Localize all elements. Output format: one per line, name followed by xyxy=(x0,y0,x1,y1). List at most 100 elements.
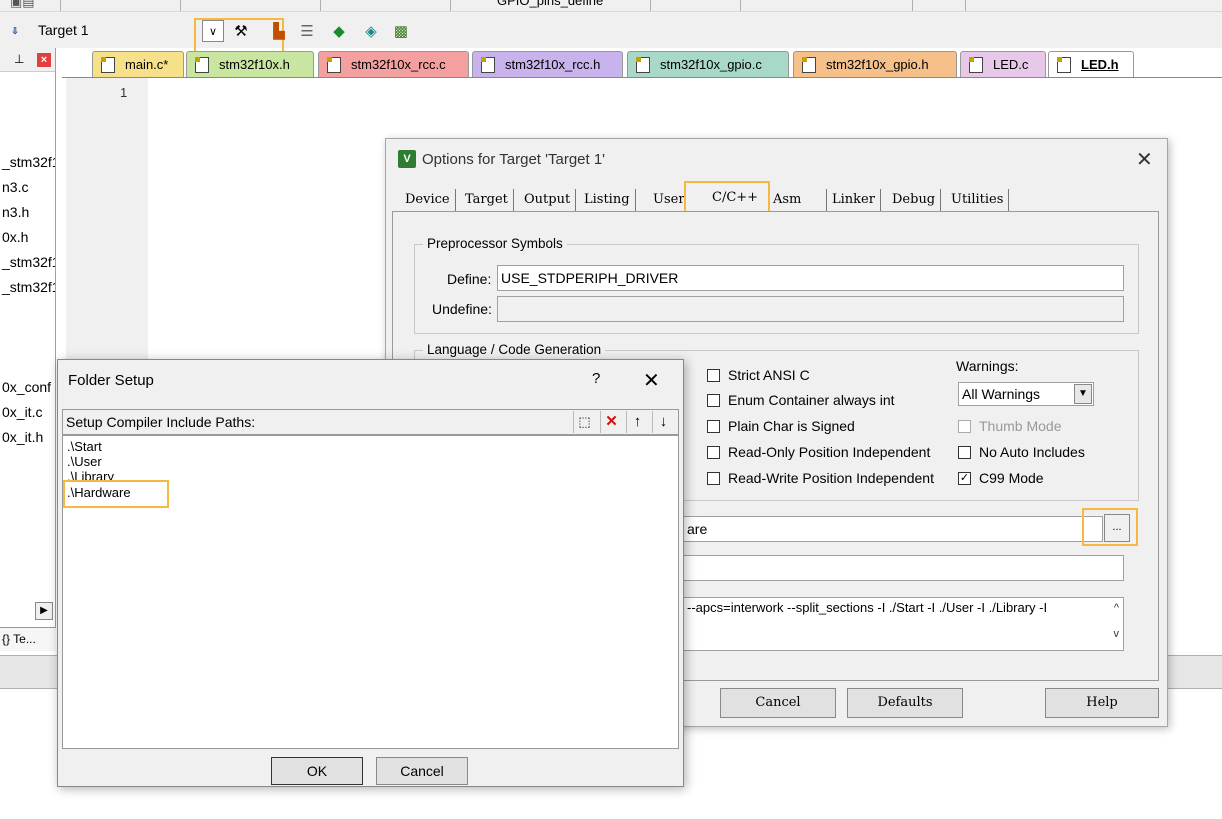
browse-button[interactable]: ... xyxy=(1104,514,1130,542)
tab-label: stm32f10x_gpio.h xyxy=(826,57,929,72)
options-wand-icon[interactable]: ⚒ xyxy=(230,20,252,42)
new-folder-icon[interactable]: ⬚ xyxy=(573,411,595,433)
define-label: Define: xyxy=(447,271,492,287)
list-item[interactable]: _stm32f1 xyxy=(2,254,55,270)
file-icon xyxy=(1057,56,1071,73)
scroll-right-arrow[interactable]: ▶ xyxy=(35,602,53,620)
tab-device[interactable]: Device xyxy=(400,189,456,211)
check-icon: ✓ xyxy=(958,471,971,485)
tab-cpp-label: C/C++ xyxy=(712,190,759,205)
list-item[interactable]: 0x.h xyxy=(2,229,28,245)
diamond-icon[interactable]: ◆ xyxy=(328,20,350,42)
undefine-label: Undefine: xyxy=(432,301,492,317)
close-icon[interactable]: × xyxy=(37,53,51,67)
list-item[interactable]: _stm32f1 xyxy=(2,154,55,170)
file-icon xyxy=(802,56,816,73)
close-icon[interactable]: ✕ xyxy=(643,368,660,393)
help-button[interactable]: Help xyxy=(1045,688,1159,718)
undefine-field[interactable] xyxy=(497,296,1124,322)
include-paths-field[interactable]: are xyxy=(683,516,1103,542)
editor-tabs: main.c* stm32f10x.h stm32f10x_rcc.c stm3… xyxy=(62,51,1222,77)
pack-icon[interactable]: ◈ xyxy=(360,20,382,42)
project-panel: ⊥ × _stm32f1 n3.c n3.h 0x.h _stm32f1 _st… xyxy=(0,48,56,648)
tab-rcc-h[interactable]: stm32f10x_rcc.h xyxy=(472,51,623,77)
move-up-icon[interactable]: ↑ xyxy=(626,411,648,433)
manage-components-icon[interactable]: ▙ xyxy=(268,20,290,42)
move-down-icon[interactable]: ↓ xyxy=(652,411,674,433)
delete-icon[interactable]: ✕ xyxy=(600,411,622,433)
top-file-label[interactable]: GPIO_pins_define xyxy=(497,0,603,8)
warnings-value: All Warnings xyxy=(962,386,1041,402)
file-icon xyxy=(327,56,341,73)
enum-container-checkbox[interactable]: Enum Container always int xyxy=(707,392,895,408)
tab-label: stm32f10x.h xyxy=(219,57,290,72)
group-title: Language / Code Generation xyxy=(423,342,606,357)
file-icon xyxy=(636,56,650,73)
compiler-control-text: --apcs=interwork --split_sections -I ./S… xyxy=(687,600,1048,615)
defaults-button[interactable]: Defaults xyxy=(847,688,963,718)
cancel-button[interactable]: Cancel xyxy=(720,688,836,718)
help-icon[interactable]: ? xyxy=(592,370,600,387)
tab-rcc-c[interactable]: stm32f10x_rcc.c xyxy=(318,51,469,77)
close-icon[interactable]: ✕ xyxy=(1136,147,1153,172)
target-selector[interactable]: Target 1 xyxy=(38,22,89,38)
tab-label: stm32f10x_rcc.h xyxy=(505,57,601,72)
compiler-control-string[interactable]: --apcs=interwork --split_sections -I ./S… xyxy=(683,597,1124,651)
warnings-label: Warnings: xyxy=(956,358,1019,374)
list-item[interactable]: .\User xyxy=(67,454,102,469)
layers-icon[interactable]: ☰ xyxy=(296,20,318,42)
tab-label: main.c* xyxy=(125,57,169,72)
tab-label: stm32f10x_gpio.c xyxy=(660,57,762,72)
strict-ansi-checkbox[interactable]: Strict ANSI C xyxy=(707,367,810,383)
no-auto-includes-checkbox[interactable]: No Auto Includes xyxy=(958,444,1085,460)
tab-stm32f10x-h[interactable]: stm32f10x.h xyxy=(186,51,314,77)
tab-label: stm32f10x_rcc.c xyxy=(351,57,446,72)
tab-gpio-h[interactable]: stm32f10x_gpio.h xyxy=(793,51,957,77)
file-icon xyxy=(481,56,495,73)
list-item[interactable]: 0x_conf xyxy=(2,379,51,395)
include-paths-list[interactable]: .\Start .\User .\Library .\Hardware xyxy=(62,435,679,749)
warnings-select[interactable]: All Warnings ▼ xyxy=(958,382,1094,406)
tab-led-c[interactable]: LED.c xyxy=(960,51,1046,77)
tab-led-h[interactable]: LED.h xyxy=(1048,51,1134,77)
tab-listing[interactable]: Listing xyxy=(579,189,636,211)
tab-output[interactable]: Output xyxy=(519,189,577,211)
tab-target[interactable]: Target xyxy=(460,189,514,211)
chevron-down-icon[interactable]: v xyxy=(1114,624,1120,644)
ropi-checkbox[interactable]: Read-Only Position Independent xyxy=(707,444,930,460)
tab-asm[interactable]: Asm xyxy=(768,189,806,211)
misc-controls-field[interactable] xyxy=(683,555,1124,581)
dialog-title: Options for Target 'Target 1' xyxy=(422,151,606,168)
line-number: 1 xyxy=(120,85,128,100)
tab-gpio-c[interactable]: stm32f10x_gpio.c xyxy=(627,51,789,77)
tab-linker[interactable]: Linker xyxy=(826,189,881,211)
list-item[interactable]: .\Library xyxy=(67,469,114,480)
tab-main-c[interactable]: main.c* xyxy=(92,51,184,77)
tab-utilities[interactable]: Utilities xyxy=(946,189,1010,211)
cancel-button[interactable]: Cancel xyxy=(376,757,468,785)
header-label: Setup Compiler Include Paths: xyxy=(66,414,256,430)
c99-mode-checkbox[interactable]: ✓ C99 Mode xyxy=(958,470,1044,486)
list-item[interactable]: .\Start xyxy=(67,439,102,454)
top-toolbar: ▣▤ GPIO_pins_define xyxy=(0,0,1222,12)
toolbar-icon[interactable]: ▣▤ xyxy=(10,0,35,10)
list-item[interactable]: 0x_it.h xyxy=(2,429,43,445)
chevron-up-icon[interactable]: ^ xyxy=(1114,598,1119,618)
pin-icon[interactable]: ⊥ xyxy=(14,52,24,66)
chevron-down-icon[interactable]: ∨ xyxy=(202,20,224,42)
list-item[interactable]: 0x_it.c xyxy=(2,404,42,420)
rwpi-checkbox[interactable]: Read-Write Position Independent xyxy=(707,470,934,486)
list-item[interactable]: n3.c xyxy=(2,179,28,195)
install-icon[interactable]: ▩ xyxy=(390,20,412,42)
list-item[interactable]: n3.h xyxy=(2,204,29,220)
define-field[interactable]: USE_STDPERIPH_DRIVER xyxy=(497,265,1124,291)
templates-tab[interactable]: {} Te... xyxy=(0,627,56,651)
load-icon[interactable]: ⇩ xyxy=(4,20,26,42)
file-icon xyxy=(101,56,115,73)
plain-char-checkbox[interactable]: Plain Char is Signed xyxy=(707,418,855,434)
thumb-mode-checkbox[interactable]: Thumb Mode xyxy=(958,418,1061,434)
chevron-down-icon[interactable]: ▼ xyxy=(1074,384,1092,404)
list-item[interactable]: _stm32f1 xyxy=(2,279,55,295)
ok-button[interactable]: OK xyxy=(271,757,363,785)
tab-debug[interactable]: Debug xyxy=(887,189,942,211)
